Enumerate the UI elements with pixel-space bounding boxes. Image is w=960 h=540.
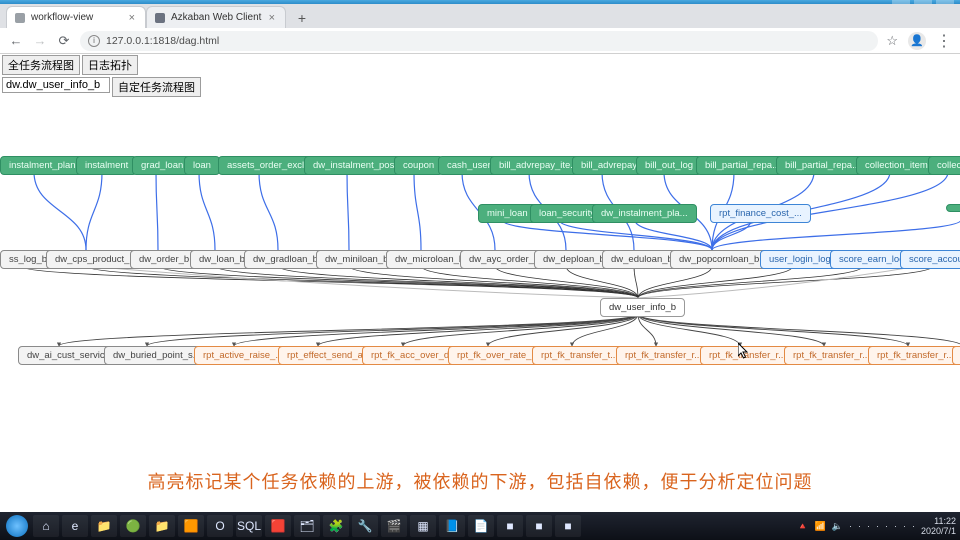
dag-node-rpt_fk_transfer_t[interactable]: rpt_fk_transfer_t... [532, 346, 627, 365]
btn-log-topology[interactable]: 日志拓扑 [82, 55, 138, 75]
dag-node-dw_order_b[interactable]: dw_order_b [130, 250, 198, 269]
btn-custom-workflow[interactable]: 自定任务流程图 [112, 77, 201, 97]
dag-node-rpt_fk_transfer_r4[interactable]: rpt_fk_transfer_r... [868, 346, 960, 365]
taskbar[interactable]: ⌂e📁🟢📁🟧OSQL🟥🗂🧩🔧🎬▦📘📄■■■🔺📶🔈········11:22202… [0, 512, 960, 540]
start-button[interactable] [4, 515, 30, 537]
tray-icon[interactable]: · [849, 521, 852, 531]
dag-node-instalment_plan[interactable]: instalment_plan [0, 156, 85, 175]
page-toolbar: 全任务流程图 日志拓扑 自定任务流程图 [0, 54, 960, 98]
back-button[interactable]: ← [8, 33, 24, 49]
dag-node-dw_user_info_b[interactable]: dw_user_info_b [600, 298, 685, 317]
tray-icon[interactable]: · [912, 521, 915, 531]
dag-node-rpt_finance_cost[interactable]: rpt_finance_cost_... [710, 204, 811, 223]
taskbar-app[interactable]: 🧩 [323, 515, 349, 537]
tray-icon[interactable]: · [903, 521, 906, 531]
taskbar-app[interactable]: ⌂ [33, 515, 59, 537]
dag-node-collec[interactable]: collec [928, 156, 960, 175]
taskbar-app[interactable]: ■ [555, 515, 581, 537]
url-field[interactable]: i 127.0.0.1:1818/dag.html [80, 31, 878, 51]
taskbar-app[interactable]: 📘 [439, 515, 465, 537]
task-name-input[interactable] [2, 77, 110, 93]
reload-button[interactable]: ⟳ [56, 33, 72, 49]
taskbar-app[interactable]: 🟥 [265, 515, 291, 537]
dag-node-mini_loan[interactable]: mini_loan [478, 204, 537, 223]
dag-node-dw_popcornloan_b[interactable]: dw_popcornloan_b [670, 250, 768, 269]
tray-icon[interactable]: · [858, 521, 861, 531]
taskbar-app[interactable]: 🎬 [381, 515, 407, 537]
taskbar-app[interactable]: 🟧 [178, 515, 204, 537]
profile-icon[interactable]: 👤 [908, 32, 926, 50]
taskbar-app[interactable]: 🟢 [120, 515, 146, 537]
dag-node-bill_out_log[interactable]: bill_out_log [636, 156, 702, 175]
btn-all-workflow[interactable]: 全任务流程图 [2, 55, 80, 75]
tab-strip: workflow-view × Azkaban Web Client × + [0, 4, 960, 28]
caption-text: 高亮标记某个任务依赖的上游，被依赖的下游，包括自依赖，便于分析定位问题 [0, 468, 960, 494]
tray-icon[interactable]: 📶 [815, 521, 826, 532]
dag-node-instalment[interactable]: instalment [76, 156, 137, 175]
dag-node-bill_advrepay[interactable]: bill_advrepay [572, 156, 646, 175]
dag-node-rpt_fk_transfer_r2[interactable]: rpt_fk_transfer_r... [700, 346, 795, 365]
taskbar-app[interactable]: 📁 [91, 515, 117, 537]
taskbar-app[interactable]: ■ [526, 515, 552, 537]
tray-icon[interactable]: · [876, 521, 879, 531]
taskbar-app[interactable]: ■ [497, 515, 523, 537]
clock[interactable]: 11:222020/7/1 [921, 516, 956, 536]
dag-node-score_accou[interactable]: score_accou [900, 250, 960, 269]
taskbar-app[interactable]: 🗂 [294, 515, 320, 537]
taskbar-app[interactable]: O [207, 515, 233, 537]
taskbar-app[interactable]: 📄 [468, 515, 494, 537]
tab-title: workflow-view [31, 12, 93, 23]
dag-node-rpt_fk_transfer_r3[interactable]: rpt_fk_transfer_r... [784, 346, 879, 365]
new-tab-button[interactable]: + [292, 8, 312, 28]
close-icon[interactable]: × [129, 12, 135, 24]
tray-icon[interactable]: · [894, 521, 897, 531]
taskbar-app[interactable]: SQL [236, 515, 262, 537]
dag-node-dw_gradloan_b[interactable]: dw_gradloan_b [244, 250, 327, 269]
tab-title: Azkaban Web Client [171, 12, 261, 23]
tray-icon[interactable]: 🔺 [797, 521, 808, 532]
close-icon[interactable]: × [269, 12, 275, 24]
dag-node-rpt_tail[interactable]: rp [952, 346, 960, 365]
dag-node-coupon[interactable]: coupon [394, 156, 443, 175]
taskbar-app[interactable]: 📁 [149, 515, 175, 537]
dag-node-green_right[interactable] [946, 204, 960, 212]
forward-button[interactable]: → [32, 33, 48, 49]
system-tray[interactable]: 🔺 📶 🔈 · · · · · · · · 11:222020/7/1 [797, 516, 956, 536]
tray-icon[interactable]: · [867, 521, 870, 531]
dag-node-loan[interactable]: loan [184, 156, 220, 175]
window-titlebar [0, 0, 960, 4]
taskbar-app[interactable]: e [62, 515, 88, 537]
browser-tab[interactable]: workflow-view × [6, 6, 146, 28]
tray-icon[interactable]: · [885, 521, 888, 531]
tray-icon[interactable]: 🔈 [832, 521, 843, 532]
favicon-icon [155, 13, 165, 23]
taskbar-app[interactable]: ▦ [410, 515, 436, 537]
dag-node-collection_item[interactable]: collection_item [856, 156, 937, 175]
site-info-icon[interactable]: i [88, 35, 100, 47]
dag-canvas[interactable]: instalment_planinstalmentgrad_loanloanas… [0, 98, 960, 494]
dag-node-rpt_fk_transfer_r1[interactable]: rpt_fk_transfer_r... [616, 346, 711, 365]
dag-node-dw_instalment_pla[interactable]: dw_instalment_pla... [592, 204, 697, 223]
address-bar: ← → ⟳ i 127.0.0.1:1818/dag.html ☆ 👤 ⋮ [0, 28, 960, 54]
dag-node-user_login_log[interactable]: user_login_log [760, 250, 840, 269]
taskbar-app[interactable]: 🔧 [352, 515, 378, 537]
browser-tab[interactable]: Azkaban Web Client × [146, 6, 286, 28]
url-text: 127.0.0.1:1818/dag.html [106, 35, 219, 47]
menu-icon[interactable]: ⋮ [936, 31, 952, 51]
favicon-icon [15, 13, 25, 23]
window-controls[interactable] [892, 0, 954, 4]
bookmark-icon[interactable]: ☆ [886, 33, 898, 49]
